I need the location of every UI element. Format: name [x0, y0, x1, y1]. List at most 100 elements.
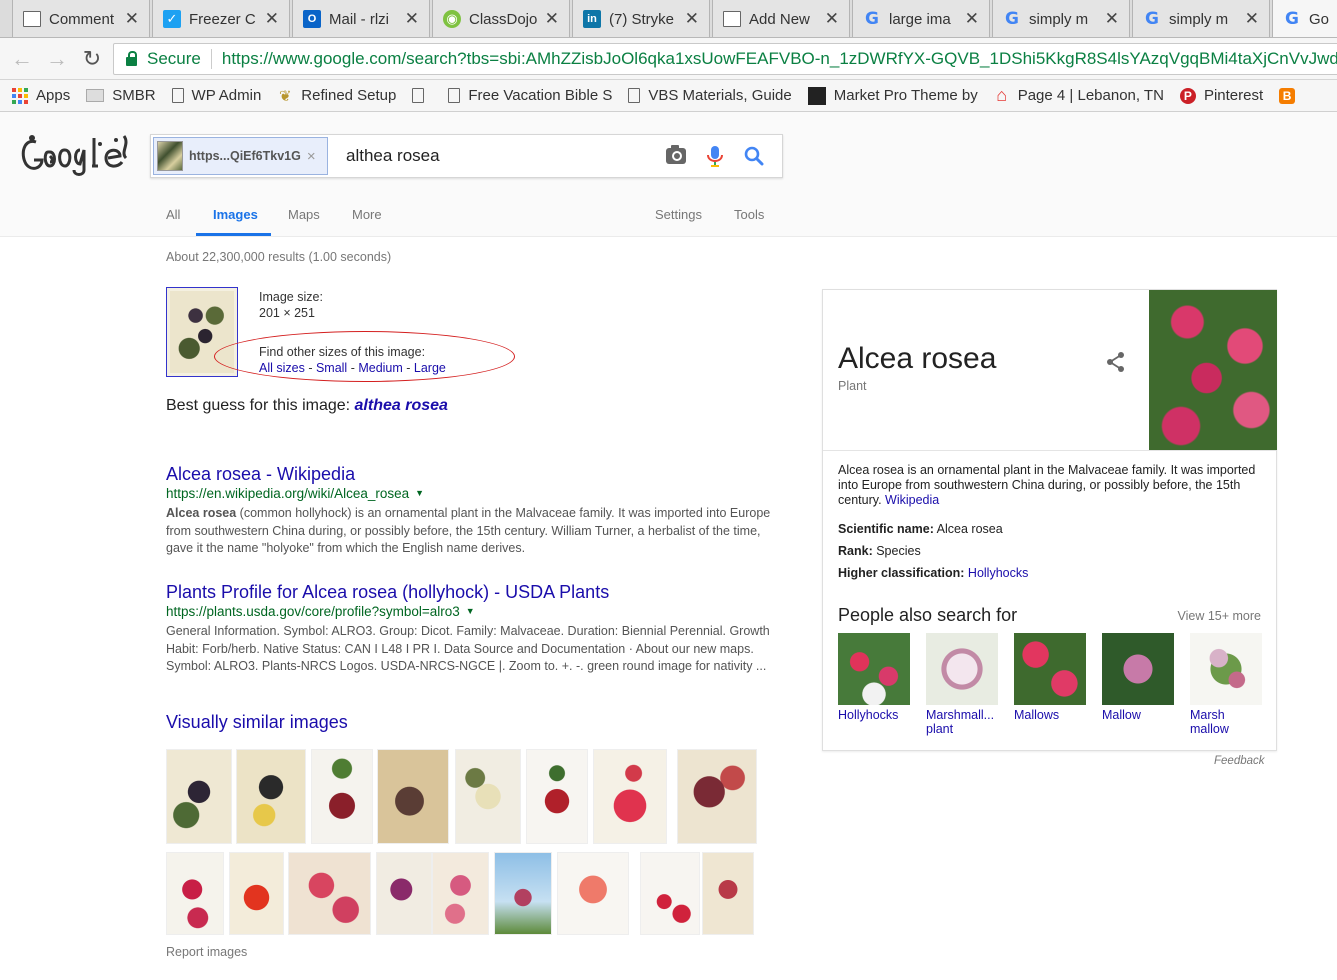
similar-image[interactable] — [677, 749, 757, 844]
tab-maps[interactable]: Maps — [288, 207, 320, 222]
butterfly-icon: ❦ — [279, 87, 292, 105]
page-icon — [171, 88, 184, 103]
browser-tab[interactable]: ◉ ClassDojo ✕ — [432, 0, 570, 37]
people-also-search-item[interactable]: Mallow — [1102, 633, 1174, 722]
chip-close-icon[interactable]: × — [307, 148, 316, 165]
back-arrow-icon[interactable]: ← — [9, 46, 35, 72]
microphone-icon[interactable] — [705, 145, 725, 167]
forward-arrow-icon[interactable]: → — [44, 46, 70, 72]
best-guess-link[interactable]: althea rosea — [355, 397, 448, 414]
browser-tab[interactable]: Comment ✕ — [12, 0, 150, 37]
people-also-search-item[interactable]: Mallows — [1014, 633, 1086, 722]
similar-image[interactable] — [593, 749, 667, 844]
fact-link-hollyhocks[interactable]: Hollyhocks — [968, 566, 1028, 580]
visually-similar-heading[interactable]: Visually similar images — [166, 712, 348, 733]
browser-tab[interactable]: G large ima ✕ — [852, 0, 990, 37]
secure-indicator[interactable]: Secure — [126, 49, 201, 69]
close-icon[interactable]: ✕ — [1245, 9, 1259, 29]
wikipedia-link[interactable]: Wikipedia — [885, 493, 939, 507]
result-title-link[interactable]: Alcea rosea - Wikipedia — [166, 463, 786, 485]
fact-rank: Rank: Species — [838, 544, 921, 558]
google-logo[interactable] — [16, 132, 131, 178]
bookmark-market-pro[interactable]: Market Pro Theme by — [807, 86, 978, 105]
similar-images-row-2 — [166, 852, 766, 947]
similar-image[interactable] — [166, 749, 232, 844]
bookmark-wp-admin[interactable]: WP Admin — [171, 87, 261, 104]
knowledge-panel-image[interactable] — [1149, 290, 1277, 450]
tab-title: Go — [1309, 10, 1330, 28]
fact-label: Higher classification: — [838, 566, 965, 580]
lock-icon — [126, 50, 137, 66]
bookmark-lebanon[interactable]: ⌂ Page 4 | Lebanon, TN — [994, 85, 1164, 105]
close-icon[interactable]: ✕ — [125, 9, 139, 29]
tab-tools[interactable]: Tools — [734, 207, 764, 222]
address-bar[interactable]: Secure https://www.google.com/search?tbs… — [113, 43, 1337, 75]
tab-settings[interactable]: Settings — [655, 207, 702, 222]
search-box[interactable]: https...QiEf6Tkv1G × althea rosea — [150, 134, 783, 178]
tab-all[interactable]: All — [166, 207, 180, 222]
similar-image[interactable] — [526, 749, 588, 844]
browser-tab[interactable]: Add New ✕ — [712, 0, 850, 37]
result-snippet: Alcea rosea (common hollyhock) is an orn… — [166, 505, 786, 558]
similar-image[interactable] — [432, 852, 489, 935]
similar-image[interactable] — [288, 852, 371, 935]
share-icon[interactable] — [1105, 351, 1127, 373]
browser-tab[interactable]: G simply m ✕ — [992, 0, 1130, 37]
similar-image[interactable] — [229, 852, 284, 935]
close-icon[interactable]: ✕ — [1105, 9, 1119, 29]
close-icon[interactable]: ✕ — [545, 9, 559, 29]
dropdown-caret-icon[interactable]: ▼ — [466, 606, 475, 616]
people-also-search-item[interactable]: Marsh mallow — [1190, 633, 1262, 736]
camera-icon[interactable] — [666, 145, 686, 164]
tab-more[interactable]: More — [352, 207, 382, 222]
fact-label: Scientific name: — [838, 522, 934, 536]
hollyhocks-image — [838, 633, 910, 705]
report-images-link[interactable]: Report images — [166, 945, 247, 959]
similar-image[interactable] — [376, 852, 432, 935]
bookmark-smbr[interactable]: SMBR — [86, 87, 156, 104]
result-title-link[interactable]: Plants Profile for Alcea rosea (hollyhoc… — [166, 581, 786, 603]
url-text[interactable]: https://www.google.com/search?tbs=sbi:AM… — [222, 49, 1337, 69]
bookmark-apps[interactable]: Apps — [12, 87, 70, 104]
feedback-link[interactable]: Feedback — [1214, 755, 1265, 767]
similar-image[interactable] — [640, 852, 700, 935]
close-icon[interactable]: ✕ — [965, 9, 979, 29]
bookmark-pinterest[interactable]: P Pinterest — [1179, 87, 1263, 104]
similar-image[interactable] — [557, 852, 629, 935]
best-guess: Best guess for this image: althea rosea — [166, 397, 448, 415]
close-icon[interactable]: ✕ — [825, 9, 839, 29]
similar-image[interactable] — [166, 852, 224, 935]
bookmark-unnamed[interactable] — [412, 88, 432, 103]
similar-image[interactable] — [377, 749, 449, 844]
view-more-link[interactable]: View 15+ more — [1178, 609, 1262, 623]
browser-tab[interactable]: O Mail - rlzi ✕ — [292, 0, 430, 37]
search-icon[interactable] — [744, 146, 764, 166]
browser-tab[interactable]: G simply m ✕ — [1132, 0, 1270, 37]
search-input[interactable]: althea rosea — [346, 146, 666, 166]
dropdown-caret-icon[interactable]: ▼ — [415, 488, 424, 498]
similar-image[interactable] — [702, 852, 754, 935]
reload-icon[interactable]: ↻ — [79, 46, 105, 72]
close-icon[interactable]: ✕ — [685, 9, 699, 29]
bookmark-blogger[interactable]: B — [1279, 87, 1303, 104]
bookmark-vbs-materials[interactable]: VBS Materials, Guide — [628, 87, 792, 104]
similar-image[interactable] — [494, 852, 552, 935]
image-query-chip[interactable]: https...QiEf6Tkv1G × — [153, 137, 328, 175]
bookmark-label: Free Vacation Bible S — [468, 87, 613, 104]
bookmark-free-vacation-bible[interactable]: Free Vacation Bible S — [448, 87, 612, 104]
fact-scientific-name: Scientific name: Alcea rosea — [838, 522, 1003, 536]
tab-images[interactable]: Images — [213, 207, 258, 222]
close-icon[interactable]: ✕ — [405, 9, 419, 29]
similar-image[interactable] — [236, 749, 306, 844]
browser-tab[interactable]: in (7) Stryke ✕ — [572, 0, 710, 37]
close-icon[interactable]: ✕ — [265, 9, 279, 29]
browser-tab[interactable]: ✓ Freezer C ✕ — [152, 0, 290, 37]
browser-tab-active[interactable]: G Go — [1272, 0, 1337, 37]
people-also-search-item[interactable]: Marshmall... plant — [926, 633, 998, 736]
fact-higher-classification: Higher classification: Hollyhocks — [838, 566, 1028, 580]
similar-image[interactable] — [455, 749, 521, 844]
people-also-search-item[interactable]: Hollyhocks — [838, 633, 910, 722]
page-icon — [723, 11, 741, 27]
similar-image[interactable] — [311, 749, 373, 844]
bookmark-refined-setup[interactable]: ❦ Refined Setup — [277, 87, 396, 105]
